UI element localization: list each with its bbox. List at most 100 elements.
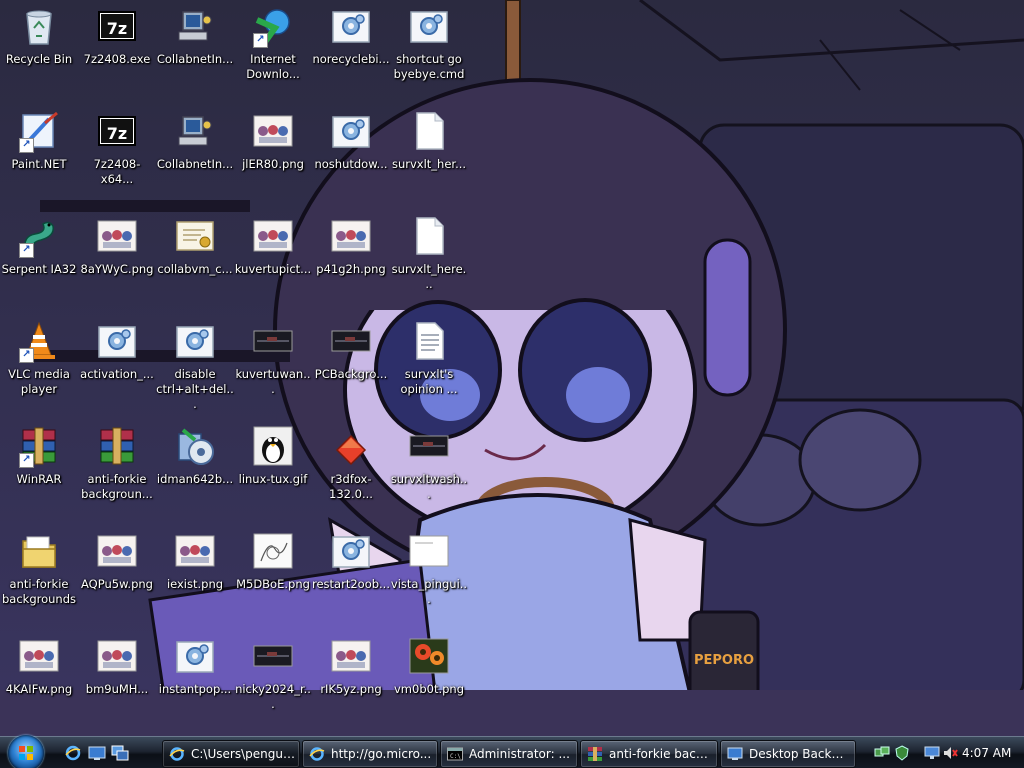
desktop-icon-label: kuvertupict...: [234, 262, 312, 276]
desktop-icon[interactable]: ↗ WinRAR: [0, 420, 78, 516]
desktop-icon-label: rIK5yz.png: [320, 682, 382, 696]
recycle-bin-icon: [19, 6, 59, 46]
desktop-icon[interactable]: survxltwash...: [390, 420, 468, 516]
desktop-icon[interactable]: vm0b0t.png: [390, 630, 468, 726]
sketch-image-icon: [253, 531, 293, 571]
windows-logo-icon: [19, 746, 33, 760]
desktop-icon[interactable]: nicky2024_r...: [234, 630, 312, 726]
desktop-icon[interactable]: restart2oob...: [312, 525, 390, 621]
desktop-icon[interactable]: CollabnetIn...: [156, 0, 234, 96]
desktop-icon[interactable]: shortcut go byebye.cmd: [390, 0, 468, 96]
vlc-cone-icon: ↗: [19, 321, 59, 363]
image-thumbnail-icon: [331, 216, 371, 256]
shortcut-arrow-icon: ↗: [253, 33, 268, 48]
dark-image-icon: [331, 321, 371, 361]
sevenzip-icon: 7z: [97, 6, 137, 46]
desktop-icon-label: anti-forkie backgroun...: [81, 472, 153, 501]
desktop-icon[interactable]: 7z 7z2408-x64...: [78, 105, 156, 201]
blank-file-icon: [409, 111, 449, 151]
desktop-icon[interactable]: kuvertuwan...: [234, 315, 312, 411]
desktop-icon[interactable]: ↗ VLC media player: [0, 315, 78, 411]
winrar-icon: ↗: [19, 426, 59, 468]
display-icon[interactable]: [924, 745, 940, 761]
volume-muted-icon[interactable]: [942, 745, 958, 761]
desktop-icon[interactable]: 8aYWyC.png: [78, 210, 156, 306]
desktop-icon-label: collabvm_c...: [157, 262, 233, 276]
svg-text:7z: 7z: [107, 19, 127, 38]
desktop-icon-label: instantpop...: [158, 682, 232, 696]
desktop-icon[interactable]: survxlt's opinion ...: [390, 315, 468, 411]
switch-windows-icon: [111, 745, 129, 761]
desktop-icon[interactable]: bm9uMH...: [78, 630, 156, 726]
desktop-icon[interactable]: survxlt_her...: [390, 105, 468, 201]
desktop-icon-label: 7z2408.exe: [83, 52, 151, 66]
desktop-icon-label: Internet Downlo...: [246, 52, 300, 81]
desktop-icon-label: CollabnetIn...: [156, 157, 234, 171]
white-image-icon: [409, 531, 449, 571]
desktop-icon[interactable]: jlER80.png: [234, 105, 312, 201]
desktop-icon[interactable]: instantpop...: [156, 630, 234, 726]
desktop-icon[interactable]: AQPu5w.png: [78, 525, 156, 621]
desktop-icon[interactable]: rIK5yz.png: [312, 630, 390, 726]
desktop-icon[interactable]: PCBackgro...: [312, 315, 390, 411]
shortcut-arrow-icon: ↗: [19, 138, 34, 153]
installer-icon: [175, 426, 215, 466]
settings-file-icon: [331, 531, 371, 571]
desktop-icon[interactable]: iexist.png: [156, 525, 234, 621]
taskbar-button-winrar[interactable]: anti-forkie back...: [580, 740, 718, 768]
desktop-icon-label: p41g2h.png: [316, 262, 386, 276]
image-thumbnail-icon: [19, 636, 59, 676]
desktop-icon[interactable]: CollabnetIn...: [156, 105, 234, 201]
desktop-icon[interactable]: anti-forkie backgrounds: [0, 525, 78, 621]
quick-launch-show-desktop[interactable]: [88, 745, 106, 761]
winrar-icon: [97, 426, 137, 466]
desktop-icon[interactable]: anti-forkie backgroun...: [78, 420, 156, 516]
settings-file-icon: [331, 111, 371, 151]
desktop-icon[interactable]: linux-tux.gif: [234, 420, 312, 516]
taskbar-button-desktop-background[interactable]: Desktop Backgr...: [720, 740, 856, 768]
desktop-icon[interactable]: idman642b...: [156, 420, 234, 516]
desktop-icon[interactable]: ↗ Internet Downlo...: [234, 0, 312, 96]
desktop-icon-label: survxlt_her...: [391, 157, 467, 171]
desktop-icon-label: 4KAIFw.png: [5, 682, 73, 696]
taskbar-button-explorer[interactable]: C:\Users\pengui...: [162, 740, 300, 768]
desktop-icon-label: vm0b0t.png: [394, 682, 464, 696]
desktop-icon-label: anti-forkie backgrounds: [1, 577, 76, 606]
blank-file-icon: [409, 216, 449, 256]
desktop-icon[interactable]: vista_pingui...: [390, 525, 468, 621]
image-thumbnail-icon: [97, 636, 137, 676]
network-icon[interactable]: [874, 745, 890, 761]
start-button[interactable]: [8, 735, 44, 768]
network-computer-icon: [175, 111, 215, 151]
desktop-icon[interactable]: 7z 7z2408.exe: [78, 0, 156, 96]
quick-launch-ie[interactable]: [64, 745, 82, 761]
desktop-icon[interactable]: disable ctrl+alt+del...: [156, 315, 234, 411]
desktop-icon[interactable]: ↗ Paint.NET: [0, 105, 78, 201]
taskbar-button-cmd[interactable]: C:\ Administrator: ...: [440, 740, 578, 768]
image-thumbnail-icon: [253, 111, 293, 151]
dark-image-icon: [253, 321, 293, 361]
monitor-icon: [727, 747, 743, 760]
clock[interactable]: 4:07 AM: [962, 739, 1011, 767]
desktop-icon[interactable]: survxlt_here...: [390, 210, 468, 306]
desktop-icon[interactable]: norecyclebi...: [312, 0, 390, 96]
quick-launch-switch-windows[interactable]: [111, 745, 129, 761]
desktop-icon[interactable]: r3dfox-132.0...: [312, 420, 390, 516]
desktop-icon[interactable]: collabvm_c...: [156, 210, 234, 306]
svg-text:7z: 7z: [107, 124, 127, 143]
desktop-icon[interactable]: kuvertupict...: [234, 210, 312, 306]
desktop-icon[interactable]: activation_...: [78, 315, 156, 411]
desktop-icon[interactable]: M5DBoE.png: [234, 525, 312, 621]
desktop-icon-label: Recycle Bin: [5, 52, 73, 66]
desktop-icon[interactable]: p41g2h.png: [312, 210, 390, 306]
image-thumbnail-icon: [253, 216, 293, 256]
taskbar-button-browser[interactable]: http://go.micro...: [302, 740, 438, 768]
desktop-icon[interactable]: ↗ Serpent IA32: [0, 210, 78, 306]
desktop-icon[interactable]: Recycle Bin: [0, 0, 78, 96]
ie-icon: [309, 747, 325, 761]
settings-file-icon: [97, 321, 137, 361]
desktop-icon[interactable]: noshutdow...: [312, 105, 390, 201]
desktop-icon-label: M5DBoE.png: [236, 577, 310, 591]
desktop-icon[interactable]: 4KAIFw.png: [0, 630, 78, 726]
security-icon[interactable]: [894, 745, 910, 761]
